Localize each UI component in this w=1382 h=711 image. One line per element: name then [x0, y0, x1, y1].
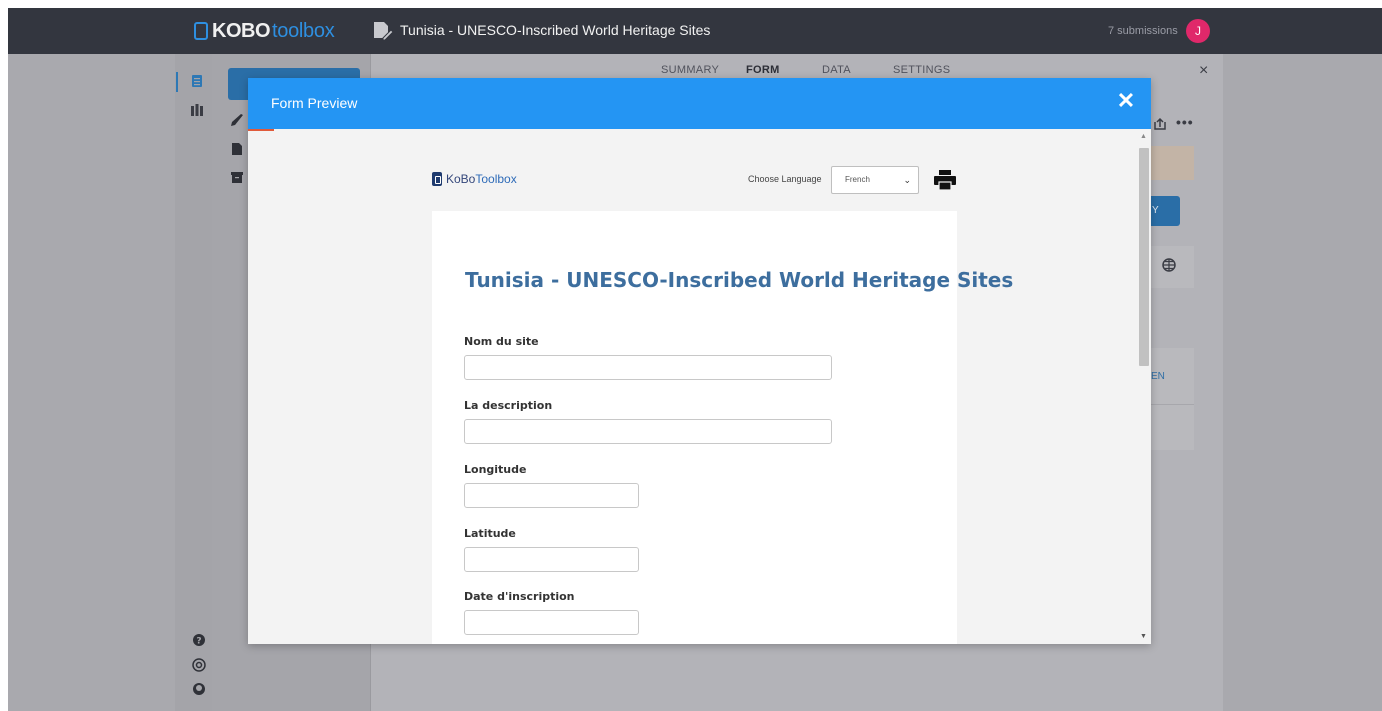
- logo-bold-text: KOBO: [212, 19, 271, 42]
- language-select[interactable]: French ⌄: [831, 166, 919, 194]
- more-options-icon[interactable]: •••: [1176, 114, 1194, 130]
- form-edit-icon: [374, 22, 393, 41]
- close-project-icon[interactable]: ×: [1199, 62, 1208, 80]
- svg-text:?: ?: [196, 637, 201, 647]
- print-icon[interactable]: [933, 169, 957, 191]
- scroll-up-arrow-icon[interactable]: ▲: [1140, 133, 1147, 140]
- form-card: Tunisia - UNESCO-Inscribed World Heritag…: [432, 211, 1013, 644]
- submission-count: 7 submissions: [1108, 25, 1178, 37]
- kobo-logo[interactable]: KOBO toolbox: [194, 18, 335, 44]
- form-preview-modal: Form Preview ✕ KoBo Toolbox Choose Langua…: [248, 78, 1151, 644]
- latitude-input[interactable]: [464, 547, 639, 572]
- form-heading: Tunisia - UNESCO-Inscribed World Heritag…: [465, 268, 1014, 292]
- tab-settings[interactable]: SETTINGS: [893, 64, 950, 76]
- user-avatar[interactable]: J: [1186, 19, 1210, 43]
- tab-summary[interactable]: SUMMARY: [661, 64, 719, 76]
- modal-header: Form Preview ✕: [248, 78, 1151, 129]
- site-name-input[interactable]: [464, 355, 832, 380]
- notice-card: [1150, 146, 1194, 180]
- top-bar: KOBO toolbox Tunisia - UNESCO-Inscribed W…: [8, 8, 1382, 54]
- forms-icon[interactable]: [190, 74, 204, 88]
- right-margin: [1223, 54, 1382, 711]
- modal-title: Form Preview: [271, 95, 358, 111]
- language-list-card: [1150, 348, 1194, 450]
- question-label-latitude: Latitude: [464, 527, 516, 540]
- kobo-logo-icon: [194, 22, 208, 40]
- logo-dark-text: KoBo: [446, 172, 476, 186]
- language-selected-value: French: [845, 175, 870, 184]
- support-icon[interactable]: [192, 658, 206, 672]
- question-label-description: La description: [464, 399, 553, 412]
- globe-icon[interactable]: [1162, 258, 1176, 272]
- close-icon[interactable]: ✕: [1116, 89, 1136, 113]
- tab-form[interactable]: FORM: [746, 64, 780, 76]
- kobo-logo-icon: [432, 172, 442, 186]
- question-label-site-name: Nom du site: [464, 335, 539, 348]
- question-label-longitude: Longitude: [464, 463, 527, 476]
- logo-light-text: Toolbox: [475, 172, 517, 186]
- deploy-icon[interactable]: [230, 113, 244, 127]
- language-label: Choose Language: [748, 174, 822, 184]
- deploy-button-fragment[interactable]: Y: [1150, 196, 1180, 226]
- tab-data[interactable]: DATA: [822, 64, 851, 76]
- longitude-input[interactable]: [464, 483, 639, 508]
- loading-indicator: [248, 129, 274, 131]
- question-label-inscription-date: Date d'inscription: [464, 590, 575, 603]
- language-code-fragment[interactable]: EN: [1151, 371, 1165, 382]
- upload-icon[interactable]: [1153, 117, 1167, 131]
- inscription-date-input[interactable]: [464, 610, 639, 635]
- sidebar: [175, 54, 212, 711]
- app-window: KOBO toolbox Tunisia - UNESCO-Inscribed W…: [8, 8, 1382, 711]
- draft-icon[interactable]: [230, 142, 244, 156]
- scrollbar-thumb[interactable]: [1139, 148, 1149, 366]
- logo-light-text: toolbox: [272, 19, 335, 42]
- sidebar-active-indicator: [176, 72, 178, 92]
- scroll-down-arrow-icon[interactable]: ▼: [1140, 633, 1147, 640]
- chevron-down-icon: ⌄: [903, 175, 911, 185]
- description-input[interactable]: [464, 419, 832, 444]
- archive-icon[interactable]: [230, 170, 244, 184]
- help-icon[interactable]: ?: [192, 633, 206, 647]
- github-icon[interactable]: [192, 682, 206, 696]
- library-icon[interactable]: [190, 103, 204, 117]
- form-title: Tunisia - UNESCO-Inscribed World Heritag…: [400, 22, 711, 38]
- card-divider: [1150, 404, 1194, 405]
- kobotoolbox-logo: KoBo Toolbox: [432, 171, 517, 187]
